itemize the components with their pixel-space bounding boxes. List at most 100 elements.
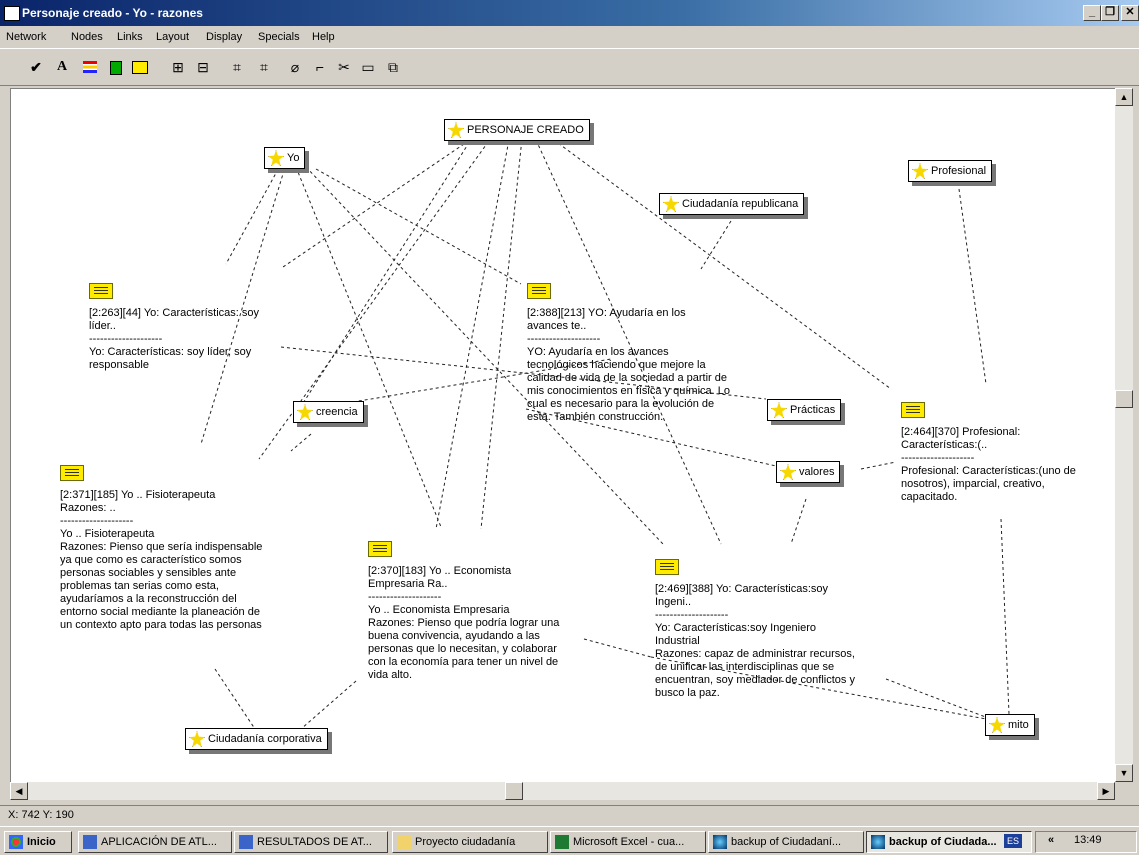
- node-valores[interactable]: valores: [776, 461, 841, 483]
- memo-263[interactable]: [2:263][44] Yo: Características: soy líd…: [89, 283, 299, 372]
- box2-icon[interactable]: ▭: [358, 57, 378, 77]
- memo-469[interactable]: [2:469][388] Yo: Características:soy Ing…: [655, 559, 885, 700]
- scroll-right-icon[interactable]: ▶: [1097, 782, 1115, 800]
- memo-body: Yo .. Economista Empresaria Razones: Pie…: [368, 604, 560, 681]
- memo-title: [2:388][213] YO: Ayudaría en los avances…: [527, 307, 686, 332]
- memo-title: [2:464][370] Profesional: Característica…: [901, 426, 1021, 451]
- memo-title: [2:371][185] Yo .. Fisioterapeuta Razone…: [60, 489, 216, 514]
- code-star-icon: [663, 196, 679, 212]
- word-icon: [83, 835, 97, 849]
- menu-layout[interactable]: Layout: [156, 31, 189, 43]
- cursor-coordinates: X: 742 Y: 190: [8, 809, 74, 821]
- horizontal-scrollbar[interactable]: ◀ ▶: [10, 782, 1115, 800]
- menu-display[interactable]: Display: [206, 31, 242, 43]
- app-icon[interactable]: [4, 6, 20, 21]
- vertical-scrollbar[interactable]: ▲ ▼: [1115, 88, 1133, 782]
- start-button[interactable]: Inicio: [4, 831, 72, 853]
- scroll-up-icon[interactable]: ▲: [1115, 88, 1133, 106]
- language-indicator[interactable]: ES: [1004, 834, 1022, 848]
- code-star-icon: [912, 163, 928, 179]
- globe-icon: [871, 835, 885, 849]
- node-yo[interactable]: Yo: [264, 147, 306, 169]
- node-creencia[interactable]: creencia: [293, 401, 364, 423]
- memo-title: [2:469][388] Yo: Características:soy Ing…: [655, 583, 829, 608]
- globe-icon: [713, 835, 727, 849]
- menu-specials[interactable]: Specials: [258, 31, 300, 43]
- arrange-icon[interactable]: ⊟: [193, 57, 213, 77]
- memo-separator: --------------------: [60, 515, 134, 527]
- copy-icon[interactable]: ⧉: [383, 57, 403, 77]
- node-mito[interactable]: mito: [985, 714, 1035, 736]
- node-personaje-creado[interactable]: PERSONAJE CREADO: [444, 119, 590, 141]
- memo-icon: [527, 283, 551, 299]
- text-font-icon[interactable]: A: [52, 57, 72, 77]
- close-button[interactable]: ✕: [1121, 5, 1139, 21]
- folder-icon: [397, 835, 411, 849]
- line-colors-icon[interactable]: [80, 57, 100, 77]
- taskbar: Inicio APLICACIÓN DE ATL... RESULTADOS D…: [0, 826, 1139, 855]
- memo-370[interactable]: [2:370][183] Yo .. Economista Empresaria…: [368, 541, 588, 682]
- menu-help[interactable]: Help: [312, 31, 335, 43]
- task-folder-proyecto[interactable]: Proyecto ciudadanía: [392, 831, 548, 853]
- memo-separator: --------------------: [655, 609, 729, 621]
- memo-371[interactable]: [2:371][185] Yo .. Fisioterapeuta Razone…: [60, 465, 290, 632]
- memo-icon: [655, 559, 679, 575]
- memo-body: Yo .. Fisioterapeuta Razones: Pienso que…: [60, 528, 263, 631]
- cut-icon[interactable]: ✂: [334, 57, 354, 77]
- title-bar[interactable]: Personaje creado - Yo - razones _ ❐ ✕: [0, 0, 1139, 26]
- memo-title: [2:370][183] Yo .. Economista Empresaria…: [368, 565, 512, 590]
- memo-separator: --------------------: [527, 333, 601, 345]
- node-ciudadania-republicana[interactable]: Ciudadanía republicana: [659, 193, 805, 215]
- network-icon[interactable]: ⌗: [227, 57, 247, 77]
- task-word-aplicacion[interactable]: APLICACIÓN DE ATL...: [78, 831, 232, 853]
- restore-button[interactable]: ❐: [1101, 5, 1119, 21]
- menu-bar: Network Nodes Links Layout Display Speci…: [0, 26, 1139, 48]
- excel-icon: [555, 835, 569, 849]
- vertical-scroll-thumb[interactable]: [1115, 390, 1133, 408]
- memo-body: Yo: Características: soy líder, soy resp…: [89, 346, 252, 371]
- node-profesional[interactable]: Profesional: [908, 160, 993, 182]
- task-backup-1[interactable]: backup of Ciudadaní...: [708, 831, 864, 853]
- memo-icon: [60, 465, 84, 481]
- code-star-icon: [989, 717, 1005, 733]
- scroll-down-icon[interactable]: ▼: [1115, 764, 1133, 782]
- memo-title: [2:263][44] Yo: Características: soy líd…: [89, 307, 259, 332]
- network2-icon[interactable]: ⌗: [254, 57, 274, 77]
- system-tray: ES « 13:49: [1004, 831, 1137, 853]
- memo-464[interactable]: [2:464][370] Profesional: Característica…: [901, 402, 1106, 504]
- memo-icon: [368, 541, 392, 557]
- word-icon: [239, 835, 253, 849]
- layout-icon[interactable]: ⊞: [168, 57, 188, 77]
- status-bar: X: 742 Y: 190: [0, 805, 1139, 824]
- menu-links[interactable]: Links: [117, 31, 143, 43]
- code-star-icon: [297, 404, 313, 420]
- scroll-left-icon[interactable]: ◀: [10, 782, 28, 800]
- tray-chevron-icon[interactable]: «: [1048, 834, 1054, 846]
- memo-separator: --------------------: [89, 333, 163, 345]
- memo-separator: --------------------: [901, 452, 975, 464]
- node-ciudadania-corporativa[interactable]: Ciudadanía corporativa: [185, 728, 328, 750]
- menu-network[interactable]: Network: [6, 31, 46, 43]
- network-canvas[interactable]: PERSONAJE CREADO Yo Profesional Ciudadan…: [10, 88, 1115, 783]
- check-icon[interactable]: ✔: [26, 57, 46, 77]
- menu-nodes[interactable]: Nodes: [71, 31, 103, 43]
- memo-388[interactable]: [2:388][213] YO: Ayudaría en los avances…: [527, 283, 752, 424]
- memo-separator: --------------------: [368, 591, 442, 603]
- code-star-icon: [268, 150, 284, 166]
- eraser-icon[interactable]: ⌀: [285, 57, 305, 77]
- minimize-button[interactable]: _: [1083, 5, 1101, 21]
- task-word-resultados[interactable]: RESULTADOS DE AT...: [234, 831, 388, 853]
- memo-body: YO: Ayudaría en los avances tecnológicos…: [527, 346, 730, 423]
- box-icon[interactable]: [130, 57, 150, 77]
- fill-color-icon[interactable]: [106, 57, 126, 77]
- code-star-icon: [189, 731, 205, 747]
- connector-icon[interactable]: ⌐: [310, 57, 330, 77]
- task-excel[interactable]: Microsoft Excel - cua...: [550, 831, 706, 853]
- code-star-icon: [771, 402, 787, 418]
- memo-icon: [89, 283, 113, 299]
- horizontal-scroll-thumb[interactable]: [505, 782, 523, 800]
- node-practicas[interactable]: Prácticas: [767, 399, 842, 421]
- memo-icon: [901, 402, 925, 418]
- memo-body: Yo: Características:soy Ingeniero Indust…: [655, 622, 855, 699]
- memo-body: Profesional: Características:(uno de nos…: [901, 465, 1076, 503]
